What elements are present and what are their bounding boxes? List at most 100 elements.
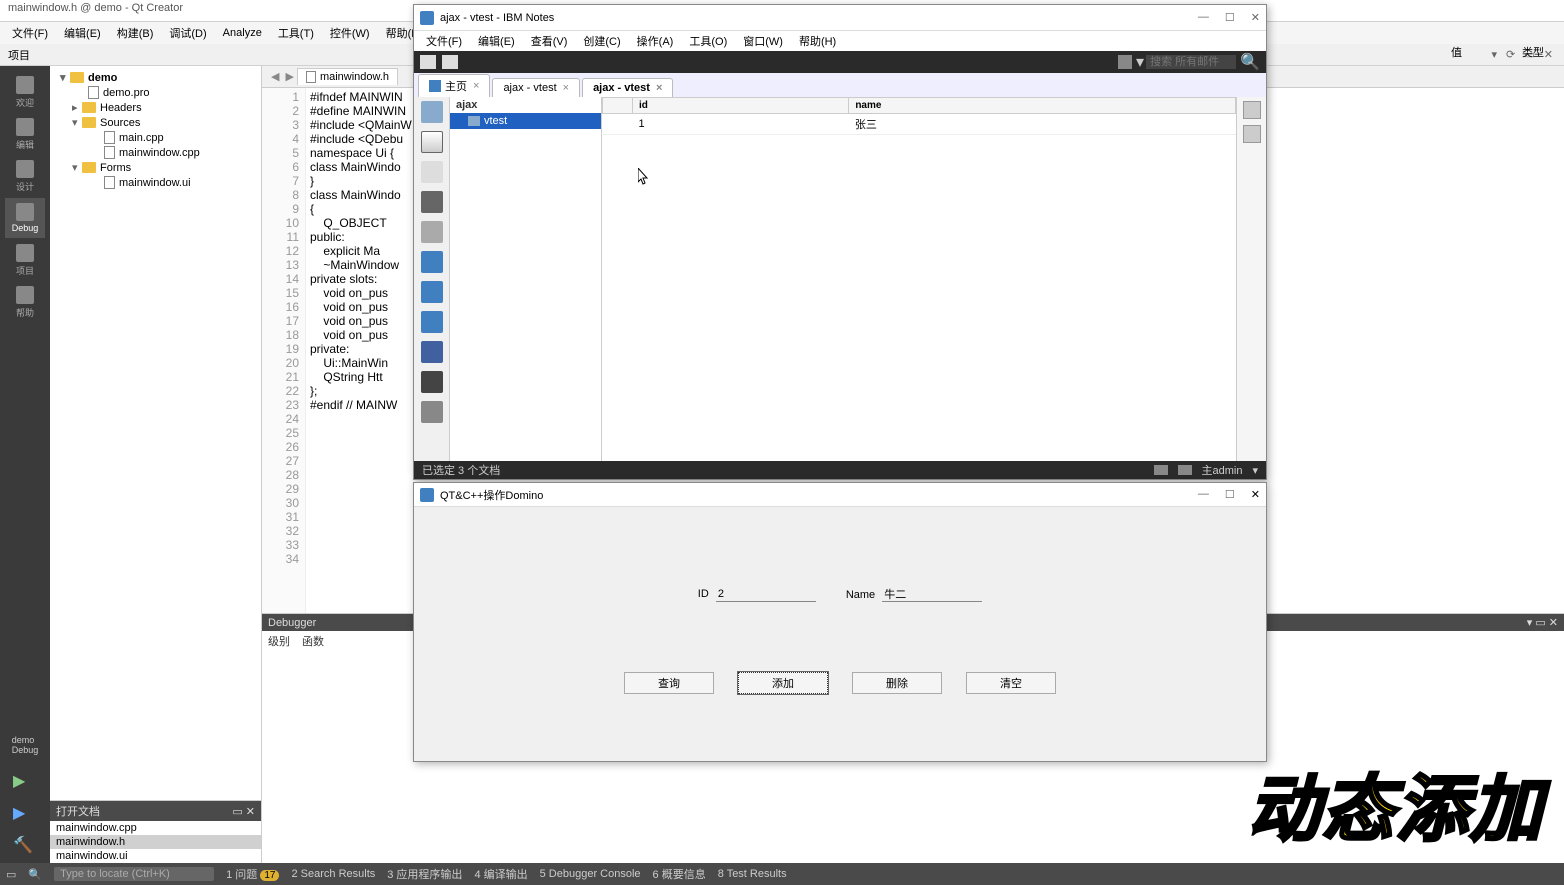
nav-fwd-icon[interactable]: ▶: [285, 70, 293, 83]
menu-file[interactable]: 文件(F): [418, 31, 470, 51]
preview-icon[interactable]: [1243, 125, 1261, 143]
open-doc-item[interactable]: mainwindow.h: [50, 835, 261, 849]
minimize-icon[interactable]: —: [1198, 488, 1209, 501]
status-debugcon[interactable]: 5 Debugger Console: [540, 868, 641, 880]
minimize-icon[interactable]: —: [1198, 11, 1209, 24]
sync-icon[interactable]: [421, 251, 443, 273]
close-icon[interactable]: ✕: [246, 806, 255, 818]
apps-icon[interactable]: [421, 371, 443, 393]
notes-menubar[interactable]: 文件(F) 编辑(E) 查看(V) 创建(C) 操作(A) 工具(O) 窗口(W…: [414, 31, 1266, 51]
open-app-icon[interactable]: [421, 101, 443, 123]
menu-actions[interactable]: 操作(A): [629, 31, 682, 51]
tree-root[interactable]: ▾demo: [54, 70, 257, 85]
mode-projects[interactable]: 项目: [5, 240, 45, 280]
menu-file[interactable]: 文件(F): [4, 23, 56, 43]
search-icon[interactable]: 🔍: [28, 868, 42, 881]
notes-titlebar[interactable]: ajax - vtest - IBM Notes — ☐ ✕: [414, 5, 1266, 31]
close-icon[interactable]: ✕: [1251, 11, 1260, 24]
editor-tab[interactable]: mainwindow.h: [297, 68, 398, 85]
tab-close-icon[interactable]: ×: [473, 80, 479, 92]
mode-design[interactable]: 设计: [5, 156, 45, 196]
mode-welcome[interactable]: 欢迎: [5, 72, 45, 112]
more-icon[interactable]: [421, 401, 443, 423]
notes-data-table[interactable]: id name 1 张三: [602, 97, 1236, 461]
mode-edit[interactable]: 编辑: [5, 114, 45, 154]
tab-ajax-vtest-2[interactable]: ajax - vtest×: [582, 78, 673, 97]
status-summary[interactable]: 6 概要信息: [653, 866, 706, 882]
open-doc-item[interactable]: mainwindow.ui: [50, 849, 261, 863]
close-icon[interactable]: ✕: [1251, 488, 1260, 501]
menu-edit[interactable]: 编辑(E): [470, 31, 523, 51]
tab-home[interactable]: 主页×: [418, 74, 490, 97]
maximize-icon[interactable]: ☐: [1225, 488, 1235, 501]
nav-item-vtest[interactable]: vtest: [450, 113, 601, 129]
status-tests[interactable]: 8 Test Results: [718, 868, 787, 880]
maximize-icon[interactable]: ☐: [1225, 11, 1235, 24]
tree-file[interactable]: mainwindow.cpp: [54, 145, 257, 160]
menu-widgets[interactable]: 控件(W): [322, 23, 378, 43]
add-button[interactable]: 添加: [738, 672, 828, 694]
menu-tools[interactable]: 工具(O): [681, 31, 735, 51]
close-pane-icon[interactable]: ✕: [1544, 49, 1553, 61]
mail-icon[interactable]: [420, 55, 436, 69]
status-search[interactable]: 2 Search Results: [291, 868, 375, 880]
bookmark-icon[interactable]: [421, 341, 443, 363]
menu-edit[interactable]: 编辑(E): [56, 23, 109, 43]
tree-folder-forms[interactable]: ▾Forms: [54, 160, 257, 175]
nav-back-icon[interactable]: ◀: [271, 70, 279, 83]
menu-build[interactable]: 构建(B): [109, 23, 162, 43]
mode-help[interactable]: 帮助: [5, 282, 45, 322]
code-text[interactable]: #ifndef MAINWIN#define MAINWIN#include <…: [306, 88, 416, 613]
day-view-icon[interactable]: [1243, 101, 1261, 119]
menu-view[interactable]: 查看(V): [523, 31, 576, 51]
open-docs-list[interactable]: mainwindow.cpp mainwindow.h mainwindow.u…: [50, 821, 261, 863]
tab-close-icon[interactable]: ×: [563, 82, 569, 94]
tree-file[interactable]: main.cpp: [54, 130, 257, 145]
calendar-icon[interactable]: [442, 55, 458, 69]
search-icon[interactable]: 🔍: [1240, 52, 1260, 72]
name-field[interactable]: [882, 587, 982, 602]
tree-folder-headers[interactable]: ▸Headers: [54, 100, 257, 115]
menu-create[interactable]: 创建(C): [575, 31, 628, 51]
id-field[interactable]: [716, 587, 816, 602]
kit-selector[interactable]: demo Debug: [5, 725, 45, 765]
col-id[interactable]: id: [633, 98, 849, 114]
split-icon[interactable]: ▭: [232, 806, 242, 818]
clear-button[interactable]: 清空: [966, 672, 1056, 694]
debug-run-icon[interactable]: ▶: [13, 803, 37, 827]
build-icon[interactable]: 🔨: [13, 835, 37, 859]
mail-dropdown-icon[interactable]: [1118, 55, 1132, 69]
col-blank[interactable]: [603, 98, 633, 114]
query-button[interactable]: 查询: [624, 672, 714, 694]
tree-file[interactable]: demo.pro: [54, 85, 257, 100]
menu-analyze[interactable]: Analyze: [215, 25, 270, 41]
table-row[interactable]: 1 张三: [603, 114, 1236, 135]
calendar-icon[interactable]: [421, 161, 443, 183]
domino-titlebar[interactable]: QT&C++操作Domino — ☐ ✕: [414, 483, 1266, 507]
status-appout[interactable]: 3 应用程序输出: [387, 866, 462, 882]
mail-icon[interactable]: [421, 131, 443, 153]
search-input[interactable]: [1146, 55, 1236, 69]
network-icon[interactable]: [1178, 465, 1192, 475]
run-icon[interactable]: ▶: [13, 771, 37, 795]
locator-input[interactable]: Type to locate (Ctrl+K): [54, 867, 214, 881]
contacts-icon[interactable]: [421, 191, 443, 213]
mode-debug[interactable]: Debug: [5, 198, 45, 238]
status-compile[interactable]: 4 编译输出: [474, 866, 527, 882]
menu-debug[interactable]: 调试(D): [161, 23, 214, 43]
status-issues[interactable]: 1 问题 17: [226, 866, 279, 882]
dropdown-icon[interactable]: ▾: [1252, 464, 1258, 477]
open-doc-item[interactable]: mainwindow.cpp: [50, 821, 261, 835]
menu-help[interactable]: 帮助(H): [791, 31, 844, 51]
dropdown-arrow-icon[interactable]: ▾: [1136, 52, 1144, 72]
tab-close-icon[interactable]: ×: [656, 82, 662, 94]
menu-window[interactable]: 窗口(W): [735, 31, 791, 51]
locator-icon[interactable]: ▭: [6, 868, 16, 881]
todo-icon[interactable]: [421, 221, 443, 243]
tree-file[interactable]: mainwindow.ui: [54, 175, 257, 190]
delete-button[interactable]: 删除: [852, 672, 942, 694]
sametime-icon[interactable]: [421, 281, 443, 303]
menu-tools[interactable]: 工具(T): [270, 23, 322, 43]
tab-ajax-vtest-1[interactable]: ajax - vtest×: [492, 78, 580, 97]
security-icon[interactable]: [1154, 465, 1168, 475]
